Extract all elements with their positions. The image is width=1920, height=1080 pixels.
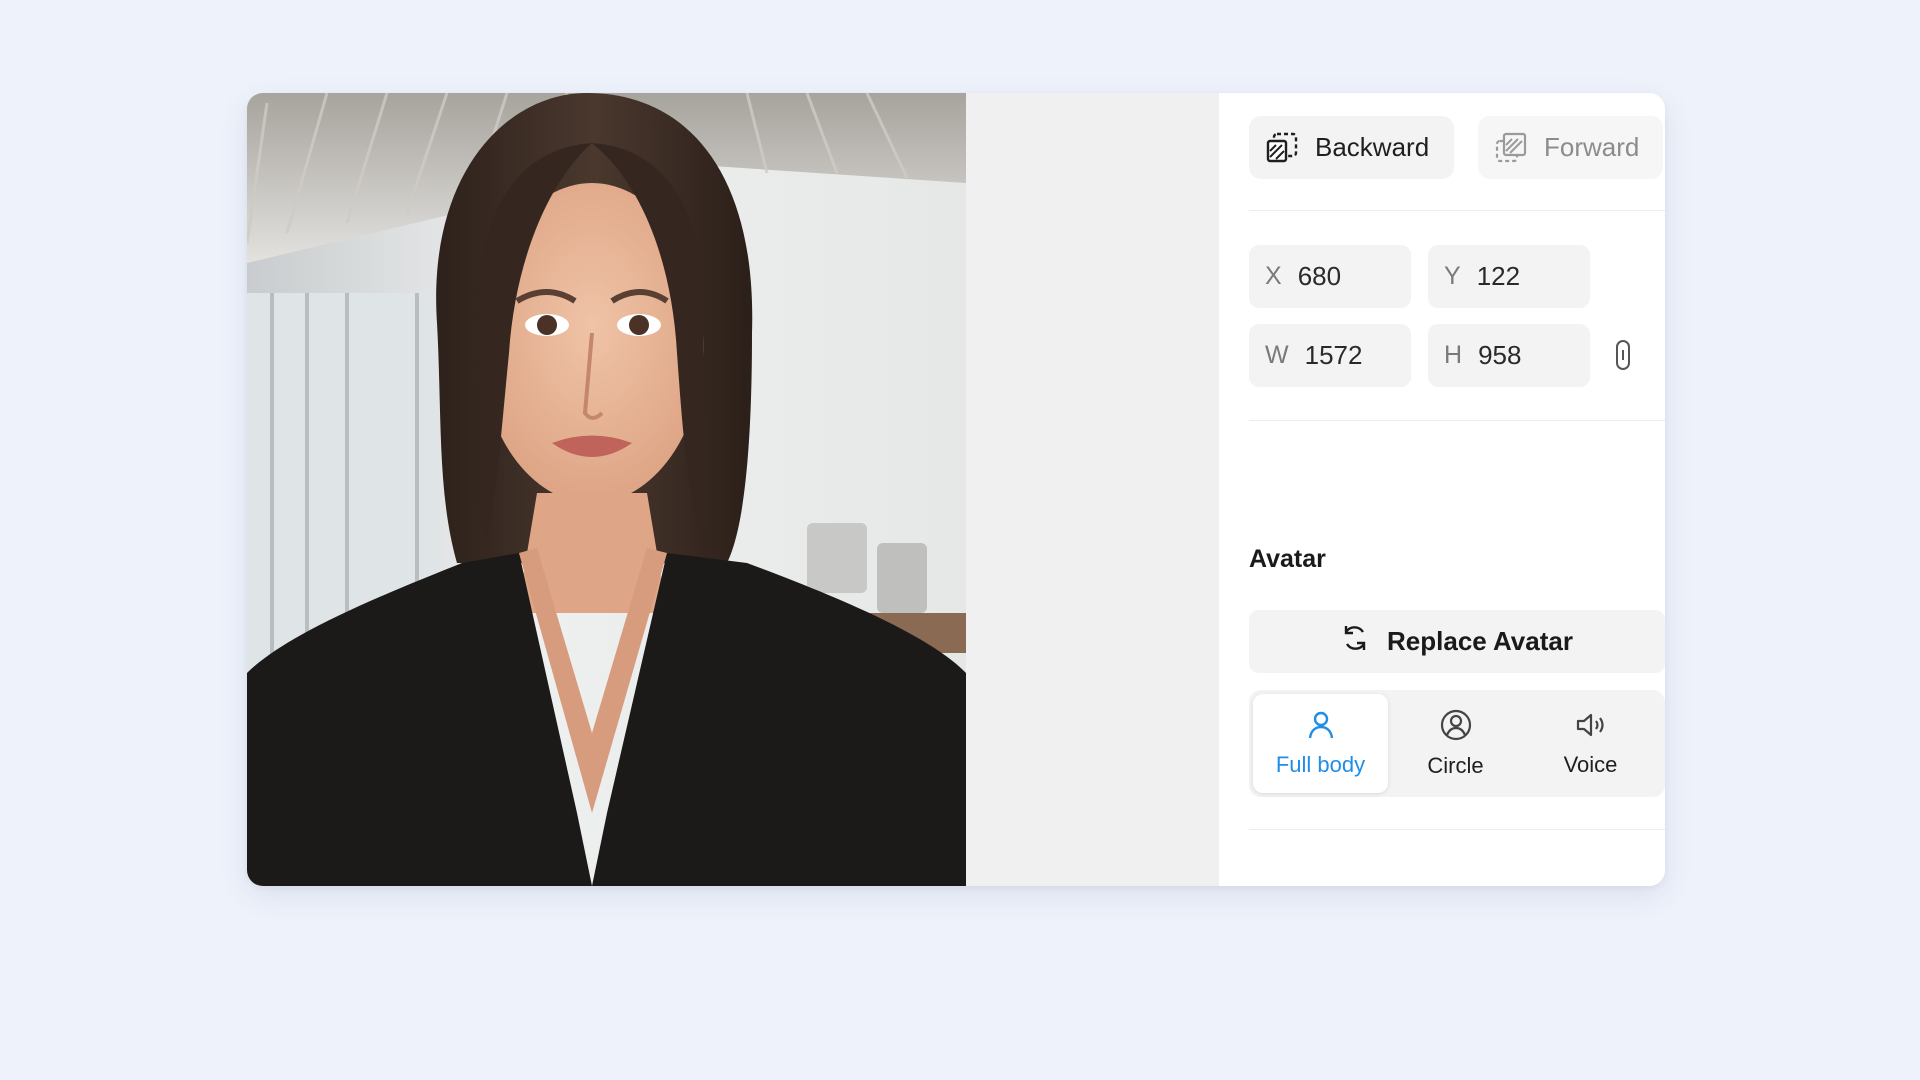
send-backward-icon: [1265, 131, 1299, 165]
x-position-field[interactable]: X 680: [1249, 245, 1411, 308]
send-backward-label: Backward: [1315, 132, 1430, 162]
w-value: 1572: [1304, 340, 1363, 370]
bring-forward-icon: [1494, 131, 1528, 165]
replace-avatar-button[interactable]: Replace Avatar: [1249, 610, 1665, 673]
replace-avatar-label: Replace Avatar: [1387, 626, 1573, 656]
style-option-label: Voice: [1563, 751, 1618, 777]
avatar-style-selector: Full body Circle Voice: [1249, 690, 1665, 797]
refresh-icon: [1341, 622, 1369, 661]
person-circle-icon: [1440, 709, 1472, 747]
style-option-label: Full body: [1275, 751, 1366, 777]
width-field[interactable]: W 1572: [1249, 324, 1411, 387]
x-value: 680: [1297, 261, 1342, 291]
speaker-icon: [1575, 710, 1607, 746]
h-value: 958: [1478, 340, 1522, 370]
y-value: 122: [1476, 261, 1521, 291]
divider: [1249, 210, 1665, 211]
style-option-circle[interactable]: Circle: [1388, 694, 1523, 793]
style-option-label: Circle: [1427, 752, 1484, 778]
avatar-image[interactable]: [247, 93, 966, 886]
person-icon: [1307, 710, 1335, 746]
divider: [1249, 420, 1665, 421]
y-position-field[interactable]: Y 122: [1428, 245, 1590, 308]
bring-forward-button[interactable]: Forward: [1478, 116, 1663, 179]
layer-order-row: Backward Forward: [1249, 116, 1663, 179]
properties-panel: Backward Forward X 680 Y 122 W 1572 H 95…: [1219, 93, 1665, 886]
y-label: Y: [1444, 262, 1461, 290]
bring-forward-label: Forward: [1544, 132, 1640, 162]
avatar-section-title: Avatar: [1249, 545, 1326, 573]
send-backward-button[interactable]: Backward: [1249, 116, 1454, 179]
editor-card: Backward Forward X 680 Y 122 W 1572 H 95…: [247, 93, 1665, 886]
h-label: H: [1444, 341, 1463, 369]
style-option-full-body[interactable]: Full body: [1253, 694, 1388, 793]
video-canvas[interactable]: [247, 93, 1219, 886]
style-option-voice[interactable]: Voice: [1523, 694, 1658, 793]
w-label: W: [1265, 341, 1289, 369]
x-label: X: [1265, 262, 1282, 290]
height-field[interactable]: H 958: [1428, 324, 1590, 387]
aspect-lock-icon[interactable]: [1615, 339, 1631, 376]
divider: [1249, 829, 1665, 830]
